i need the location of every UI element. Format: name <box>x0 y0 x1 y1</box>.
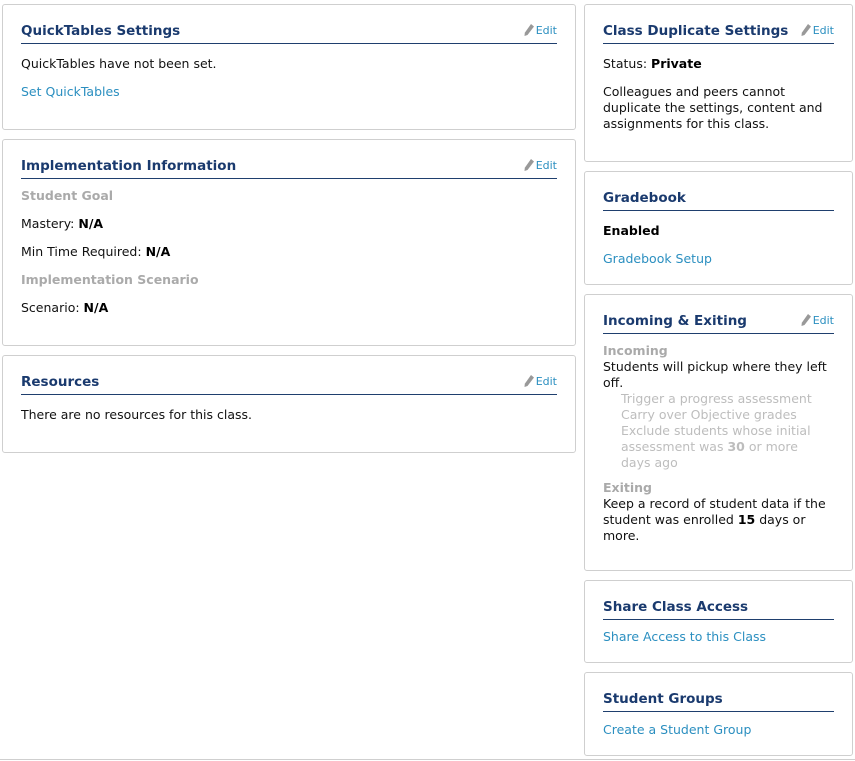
quicktables-header: QuickTables Settings Edit <box>21 23 557 44</box>
implementation-header: Implementation Information Edit <box>21 158 557 179</box>
share-class-access-header: Share Class Access <box>603 599 834 620</box>
pencil-icon <box>524 375 534 387</box>
share-access-link[interactable]: Share Access to this Class <box>603 629 838 644</box>
implementation-title: Implementation Information <box>21 158 237 174</box>
set-quicktables-link[interactable]: Set QuickTables <box>21 84 561 99</box>
share-class-access-title: Share Class Access <box>603 599 749 615</box>
incoming-heading: Incoming <box>603 343 668 358</box>
exiting-text: Keep a record of student data if the stu… <box>603 496 826 543</box>
class-duplicate-title: Class Duplicate Settings <box>603 23 789 39</box>
gradebook-status: Enabled <box>603 223 660 238</box>
gradebook-panel: Gradebook Enabled Gradebook Setup <box>584 171 853 285</box>
class-duplicate-header: Class Duplicate Settings Edit <box>603 23 834 44</box>
duplicate-description: Colleagues and peers cannot duplicate th… <box>603 84 823 131</box>
student-goal-heading: Student Goal <box>21 188 114 203</box>
bottom-divider <box>0 759 855 760</box>
option-exclude-students: Exclude students whose initial assessmen… <box>621 423 811 470</box>
pencil-icon <box>524 159 534 171</box>
scenario-value: N/A <box>83 300 109 315</box>
create-student-group-link[interactable]: Create a Student Group <box>603 722 838 737</box>
exiting-heading: Exiting <box>603 480 652 495</box>
implementation-scenario-heading: Implementation Scenario <box>21 272 199 287</box>
quicktables-panel: QuickTables Settings Edit QuickTables ha… <box>2 4 576 130</box>
mastery-row: Mastery: N/A <box>21 216 104 231</box>
option-trigger-assessment: Trigger a progress assessment <box>621 391 812 406</box>
quicktables-status: QuickTables have not been set. <box>21 56 217 71</box>
class-duplicate-edit-button[interactable]: Edit <box>801 24 834 37</box>
student-groups-title: Student Groups <box>603 691 723 707</box>
student-groups-panel: Student Groups Create a Student Group <box>584 672 853 756</box>
resources-panel: Resources Edit There are no resources fo… <box>2 355 576 453</box>
gradebook-header: Gradebook <box>603 190 834 211</box>
scenario-row: Scenario: N/A <box>21 300 109 315</box>
student-groups-header: Student Groups <box>603 691 834 712</box>
pencil-icon <box>801 314 811 326</box>
incoming-text: Students will pickup where they left off… <box>603 359 827 390</box>
quicktables-edit-button[interactable]: Edit <box>524 24 557 37</box>
option-carry-over-grades: Carry over Objective grades <box>621 407 797 422</box>
incoming-exiting-title: Incoming & Exiting <box>603 313 747 329</box>
pencil-icon <box>801 24 811 36</box>
gradebook-setup-link[interactable]: Gradebook Setup <box>603 251 838 266</box>
duplicate-status-value: Private <box>651 56 702 71</box>
quicktables-title: QuickTables Settings <box>21 23 181 39</box>
duplicate-status-row: Status: Private <box>603 56 702 71</box>
implementation-panel: Implementation Information Edit Student … <box>2 139 576 346</box>
incoming-exiting-header: Incoming & Exiting Edit <box>603 313 834 334</box>
class-duplicate-panel: Class Duplicate Settings Edit Status: Pr… <box>584 4 853 162</box>
implementation-edit-button[interactable]: Edit <box>524 159 557 172</box>
share-class-access-panel: Share Class Access Share Access to this … <box>584 580 853 663</box>
incoming-exiting-panel: Incoming & Exiting Edit Incoming Student… <box>584 294 853 571</box>
resources-edit-button[interactable]: Edit <box>524 375 557 388</box>
resources-title: Resources <box>21 374 100 390</box>
resources-header: Resources Edit <box>21 374 557 395</box>
mastery-value: N/A <box>78 216 104 231</box>
incoming-exiting-edit-button[interactable]: Edit <box>801 314 834 327</box>
gradebook-title: Gradebook <box>603 190 686 206</box>
min-time-row: Min Time Required: N/A <box>21 244 171 259</box>
pencil-icon <box>524 24 534 36</box>
min-time-value: N/A <box>145 244 171 259</box>
resources-empty-text: There are no resources for this class. <box>21 407 253 422</box>
